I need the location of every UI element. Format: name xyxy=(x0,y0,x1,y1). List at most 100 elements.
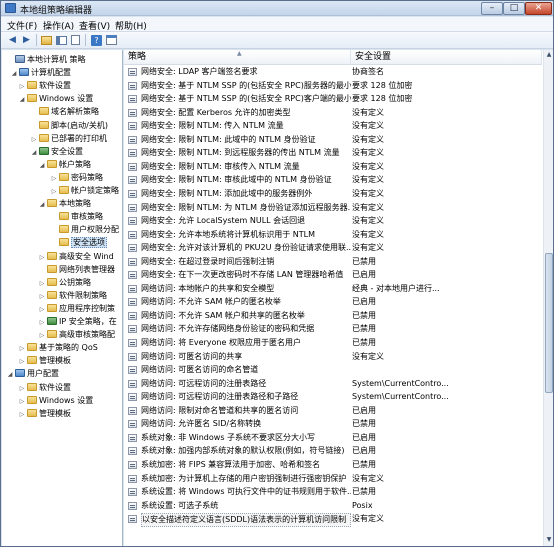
table-row[interactable]: 网络安全: 配置 Kerberos 允许的加密类型 没有定义 xyxy=(124,107,542,119)
table-row[interactable]: 网络访问: 不允许 SAM 帐户和共享的匿名枚举 已禁用 xyxy=(124,310,542,322)
tree-node[interactable]: ◢ 用户配置 xyxy=(6,367,59,380)
expand-arrow-icon[interactable]: ▷ xyxy=(18,342,26,355)
menu-help[interactable]: 帮助(H) xyxy=(115,19,147,32)
table-row[interactable]: 网络安全: 限制 NTLM: 此域中的 NTLM 身份验证 没有定义 xyxy=(124,134,542,146)
tree-node[interactable]: 网络列表管理器 xyxy=(38,263,115,276)
export-list-icon[interactable] xyxy=(69,34,82,46)
tree-node[interactable]: ▷ 已部署的打印机 xyxy=(30,132,107,145)
tree-node[interactable]: ◢ 计算机配置 xyxy=(10,66,71,79)
expand-arrow-icon[interactable]: ▷ xyxy=(30,133,38,146)
collapse-arrow-icon[interactable]: ◢ xyxy=(6,368,14,381)
table-row[interactable]: 网络安全: 限制 NTLM: 审核传入 NTLM 流量 没有定义 xyxy=(124,161,542,173)
table-row[interactable]: 网络安全: 基于 NTLM SSP 的(包括安全 RPC)服务器的最小... 要求… xyxy=(124,80,542,92)
table-row[interactable]: 网络安全: 限制 NTLM: 传入 NTLM 流量 没有定义 xyxy=(124,120,542,132)
close-button[interactable]: ✕ xyxy=(525,2,552,15)
table-row[interactable]: 系统设置: 可选子系统 Posix xyxy=(124,500,542,512)
expand-arrow-icon[interactable]: ▷ xyxy=(18,355,26,368)
table-row[interactable]: 网络访问: 不允许存储网络身份验证的密码和凭据 已禁用 xyxy=(124,323,542,335)
table-row[interactable]: 网络访问: 可远程访问的注册表路径和子路径 System\CurrentContr… xyxy=(124,391,542,403)
table-row[interactable]: 网络访问: 将 Everyone 权限应用于匿名用户 已禁用 xyxy=(124,337,542,349)
expand-arrow-icon[interactable]: ▷ xyxy=(38,329,46,342)
collapse-arrow-icon[interactable]: ◢ xyxy=(10,67,18,80)
table-row[interactable]: 网络访问: 可匿名访问的命名管道 xyxy=(124,364,542,376)
expand-arrow-icon[interactable]: ▷ xyxy=(50,172,58,185)
tree-node[interactable]: 安全选项 xyxy=(50,236,107,249)
tree-node[interactable]: ▷ 软件设置 xyxy=(18,381,71,394)
tree-node[interactable]: 用户权限分配 xyxy=(50,223,119,236)
table-row[interactable]: 网络安全: 允许本地系统将计算机标识用于 NTLM 没有定义 xyxy=(124,229,542,241)
table-row[interactable]: 网络安全: 允许 LocalSystem NULL 会话回退 没有定义 xyxy=(124,215,542,227)
expand-arrow-icon[interactable]: ▷ xyxy=(38,277,46,290)
tree-node[interactable]: ▷ 帐户锁定策略 xyxy=(50,184,119,197)
table-row[interactable]: 以安全描述符定义语言(SDDL)语法表示的计算机访问限制 没有定义 xyxy=(124,513,542,528)
tree-node[interactable]: ▷ 软件限制策略 xyxy=(38,289,107,302)
forward-arrow-icon[interactable]: ▶ xyxy=(20,34,33,46)
table-row[interactable]: 网络访问: 限制对命名管道和共享的匿名访问 已启用 xyxy=(124,405,542,417)
table-row[interactable]: 网络安全: 在下一次更改密码时不存储 LAN 管理器哈希值 已启用 xyxy=(124,269,542,281)
table-row[interactable]: 网络访问: 不允许 SAM 帐户的匿名枚举 已启用 xyxy=(124,296,542,308)
expand-arrow-icon[interactable]: ▷ xyxy=(38,316,46,329)
table-row[interactable]: 网络安全: 限制 NTLM: 到远程服务器的传出 NTLM 流量 没有定义 xyxy=(124,147,542,159)
scroll-down-arrow-icon[interactable]: ▼ xyxy=(545,536,553,545)
expand-arrow-icon[interactable]: ▷ xyxy=(18,80,26,93)
tree-node[interactable]: ▷ 管理模板 xyxy=(18,407,71,420)
vertical-scrollbar[interactable]: ▲ ▼ xyxy=(543,50,553,546)
tree-node[interactable]: ◢ 安全设置 xyxy=(30,145,83,158)
collapse-arrow-icon[interactable]: ◢ xyxy=(38,198,46,211)
maximize-button[interactable]: □ xyxy=(503,2,525,15)
table-row[interactable]: 网络访问: 可远程访问的注册表路径 System\CurrentContro... xyxy=(124,378,542,390)
show-tree-icon[interactable] xyxy=(55,34,68,46)
tree-node[interactable]: ▷ 高级安全 Wind xyxy=(38,250,114,263)
expand-arrow-icon[interactable]: ▷ xyxy=(18,408,26,421)
expand-arrow-icon[interactable]: ▷ xyxy=(38,251,46,264)
collapse-arrow-icon[interactable]: ◢ xyxy=(18,93,26,106)
tree-node[interactable]: ▷ 软件设置 xyxy=(18,79,71,92)
table-row[interactable]: 网络安全: 限制 NTLM: 添加此域中的服务器例外 没有定义 xyxy=(124,188,542,200)
expand-arrow-icon[interactable]: ▷ xyxy=(18,395,26,408)
expand-arrow-icon[interactable]: ▷ xyxy=(38,303,46,316)
table-row[interactable]: 网络安全: LDAP 客户端签名要求 协商签名 xyxy=(124,66,542,78)
scroll-thumb[interactable] xyxy=(545,253,553,393)
table-row[interactable]: 网络安全: 限制 NTLM: 审核此域中的 NTLM 身份验证 没有定义 xyxy=(124,174,542,186)
properties-icon[interactable] xyxy=(105,34,118,46)
tree-node[interactable]: ◢ 本地策略 xyxy=(38,197,91,210)
table-row[interactable]: 系统设置: 将 Windows 可执行文件中的证书规则用于软件... 已禁用 xyxy=(124,486,542,498)
expand-arrow-icon[interactable]: ▷ xyxy=(18,382,26,395)
tree-node[interactable]: ▷ 公钥策略 xyxy=(38,276,91,289)
minimize-button[interactable]: – xyxy=(481,2,503,15)
scroll-up-arrow-icon[interactable]: ▲ xyxy=(545,51,553,60)
table-row[interactable]: 网络安全: 限制 NTLM: 为 NTLM 身份验证添加远程服务器... 没有定义 xyxy=(124,202,542,214)
tree-node[interactable]: ◢ 帐户策略 xyxy=(38,158,91,171)
tree-node[interactable]: ◢ Windows 设置 xyxy=(18,92,93,105)
tree-node[interactable]: ▷ IP 安全策略，在 xyxy=(38,315,117,328)
tree-node[interactable]: ▷ 密码策略 xyxy=(50,171,103,184)
table-row[interactable]: 系统加密: 将 FIPS 兼容算法用于加密、哈希和签名 已禁用 xyxy=(124,459,542,471)
tree-node[interactable]: ▷ 基于策略的 QoS xyxy=(18,341,98,354)
collapse-arrow-icon[interactable]: ◢ xyxy=(38,159,46,172)
table-row[interactable]: 网络安全: 允许对该计算机的 PKU2U 身份验证请求使用联... 没有定义 xyxy=(124,242,542,254)
table-row[interactable]: 网络安全: 在超过登录时间后强制注销 已禁用 xyxy=(124,256,542,268)
tree-node[interactable]: 域名解析策略 xyxy=(30,105,99,118)
tree-node[interactable]: 审核策略 xyxy=(50,210,103,223)
column-security-setting[interactable]: 安全设置 xyxy=(351,50,542,65)
table-row[interactable]: 系统对象: 加强内部系统对象的默认权限(例如，符号链接) 已启用 xyxy=(124,445,542,457)
collapse-arrow-icon[interactable]: ◢ xyxy=(30,146,38,159)
tree-node[interactable]: 脚本(启动/关机) xyxy=(30,119,108,132)
table-row[interactable]: 网络访问: 可匿名访问的共享 没有定义 xyxy=(124,351,542,363)
up-folder-icon[interactable] xyxy=(40,34,53,46)
menu-file[interactable]: 文件(F) xyxy=(7,19,37,32)
table-row[interactable]: 网络访问: 本地帐户的共享和安全模型 经典 - 对本地用户进行... xyxy=(124,283,542,295)
expand-arrow-icon[interactable]: ▷ xyxy=(38,290,46,303)
tree-node[interactable]: ▷ 高级审核策略配 xyxy=(38,328,115,341)
table-row[interactable]: 网络访问: 允许匿名 SID/名称转换 已禁用 xyxy=(124,418,542,430)
tree-node[interactable]: ▷ 应用程序控制策 xyxy=(38,302,115,315)
menu-view[interactable]: 查看(V) xyxy=(79,19,110,32)
title-bar[interactable]: 本地组策略编辑器 – □ ✕ xyxy=(1,1,553,16)
tree-node[interactable]: ▷ Windows 设置 xyxy=(18,394,93,407)
help-icon[interactable]: ? xyxy=(90,34,103,46)
tree-node[interactable]: ▷ 管理模板 xyxy=(18,354,71,367)
table-row[interactable]: 网络安全: 基于 NTLM SSP 的(包括安全 RPC)客户端的最小... 要求… xyxy=(124,93,542,105)
expand-arrow-icon[interactable]: ▷ xyxy=(50,185,58,198)
table-row[interactable]: 系统对象: 非 Windows 子系统不要求区分大小写 已启用 xyxy=(124,432,542,444)
table-row[interactable]: 系统加密: 为计算机上存储的用户密钥强制进行强密钥保护 没有定义 xyxy=(124,473,542,485)
